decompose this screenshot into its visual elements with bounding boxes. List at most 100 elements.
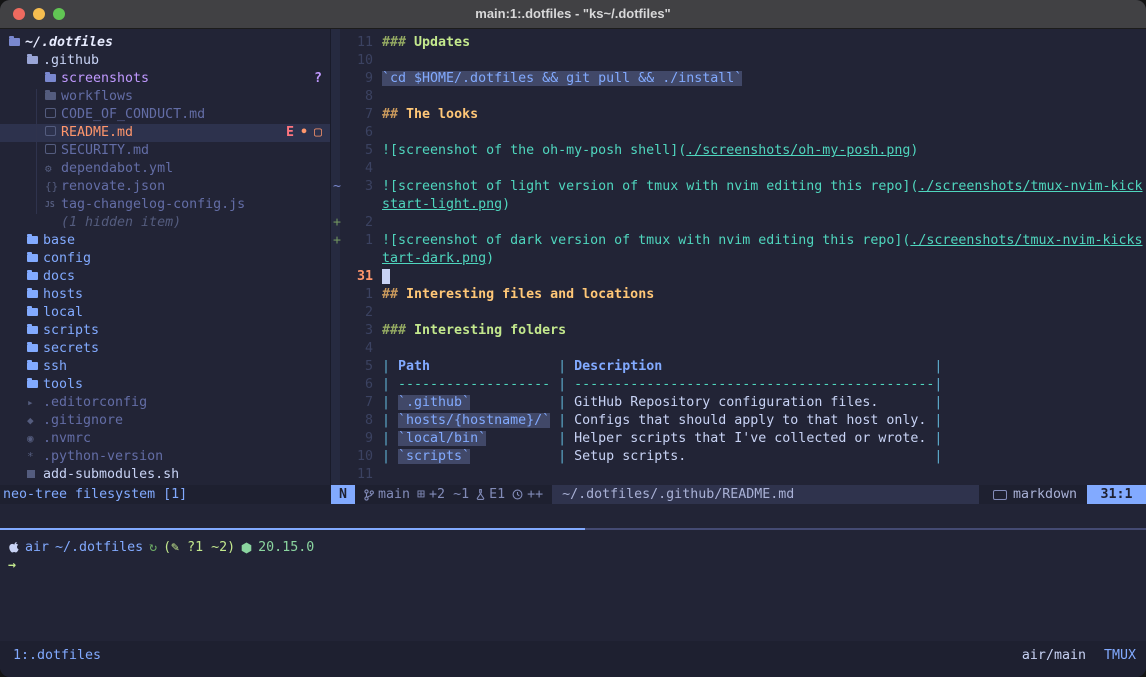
prompt-input-line[interactable]: → bbox=[8, 557, 16, 575]
tree-item-ssh[interactable]: ssh bbox=[0, 358, 330, 376]
gutter-sign: + bbox=[331, 232, 345, 250]
line-text: | Path | Description | bbox=[382, 358, 942, 376]
zoom-button[interactable] bbox=[53, 8, 65, 20]
cursor-block bbox=[382, 269, 390, 284]
gutter-sign bbox=[331, 250, 345, 268]
tree-item-dependabot-yml[interactable]: ⚙ dependabot.yml bbox=[0, 160, 330, 178]
editor-line[interactable]: 1## Interesting files and locations bbox=[331, 286, 1146, 304]
folder-icon bbox=[45, 88, 56, 106]
line-number: 4 bbox=[345, 340, 373, 358]
tree-item-label: ssh bbox=[43, 358, 67, 376]
tree-item--gitignore[interactable]: ◆.gitignore bbox=[0, 412, 330, 430]
editor-line[interactable]: +1![screenshot of dark version of tmux w… bbox=[331, 232, 1146, 250]
line-number: 5 bbox=[345, 358, 373, 376]
folder-icon bbox=[27, 322, 38, 340]
shell-pane[interactable]: air ~/.dotfiles ↻ (✎ ?1 ~2) 20.15.0 → bbox=[0, 530, 1146, 641]
mode-indicator: N bbox=[331, 485, 355, 504]
tree-item-docs[interactable]: docs bbox=[0, 268, 330, 286]
tree-item-screenshots[interactable]: screenshots? bbox=[0, 70, 330, 88]
tree-item-security-md[interactable]: SECURITY.md bbox=[0, 142, 330, 160]
folder-icon bbox=[45, 70, 56, 88]
editor-line[interactable]: 10| `scripts` | Setup scripts. | bbox=[331, 448, 1146, 466]
gutter-sign bbox=[331, 160, 345, 178]
gutter-sign bbox=[331, 88, 345, 106]
tree-item-code-of-conduct-md[interactable]: CODE_OF_CONDUCT.md bbox=[0, 106, 330, 124]
editor-line[interactable]: 4 bbox=[331, 340, 1146, 358]
neo-tree-sidebar[interactable]: ~/.dotfiles.githubscreenshots?workflowsC… bbox=[0, 29, 330, 485]
buffer-icon: ⊞ bbox=[417, 486, 425, 504]
tree-item--1-hidden-item-[interactable]: (1 hidden item) bbox=[0, 214, 330, 232]
editor-line[interactable]: 6| ------------------- | ---------------… bbox=[331, 376, 1146, 394]
line-text: ### Interesting folders bbox=[382, 322, 566, 340]
tree-item-tools[interactable]: tools bbox=[0, 376, 330, 394]
nvim-statusline: neo-tree filesystem [1] N main ⊞ +2 ~1 bbox=[0, 485, 1146, 504]
tree-item-label: hosts bbox=[43, 286, 83, 304]
tree-indent-guide bbox=[36, 89, 37, 214]
folder-icon bbox=[27, 358, 38, 376]
editor-buffer[interactable]: 11### Updates109`cd $HOME/.dotfiles && g… bbox=[331, 29, 1146, 485]
line-number: 10 bbox=[345, 448, 373, 466]
prompt-git-status: (✎ ?1 ~2) bbox=[163, 539, 235, 557]
tmux-window-item[interactable]: 1:.dotfiles bbox=[13, 647, 101, 665]
tree-item-label: local bbox=[43, 304, 83, 322]
editor-line[interactable]: 11### Updates bbox=[331, 34, 1146, 52]
error-count: E1 bbox=[489, 486, 505, 504]
tree-item-secrets[interactable]: secrets bbox=[0, 340, 330, 358]
tree-item-add-submodules-sh[interactable]: add-submodules.sh bbox=[0, 466, 330, 484]
tree-item--editorconfig[interactable]: ▸.editorconfig bbox=[0, 394, 330, 412]
line-number bbox=[345, 196, 373, 214]
editor-line[interactable]: 2 bbox=[331, 304, 1146, 322]
editor-line[interactable]: 8 bbox=[331, 88, 1146, 106]
tree-item--dotfiles[interactable]: ~/.dotfiles bbox=[0, 34, 330, 52]
editor-line[interactable]: 8| `hosts/{hostname}/` | Configs that sh… bbox=[331, 412, 1146, 430]
prompt-path: ~/.dotfiles bbox=[55, 539, 143, 557]
tree-item-renovate-json[interactable]: {}renovate.json bbox=[0, 178, 330, 196]
tree-item--nvmrc[interactable]: ◉.nvmrc bbox=[0, 430, 330, 448]
editor-line[interactable]: 7## The looks bbox=[331, 106, 1146, 124]
editor-line[interactable]: 5![screenshot of the oh-my-posh shell](.… bbox=[331, 142, 1146, 160]
tree-item-local[interactable]: local bbox=[0, 304, 330, 322]
editor-line[interactable]: ~3![screenshot of light version of tmux … bbox=[331, 178, 1146, 196]
tree-item--github[interactable]: .github bbox=[0, 52, 330, 70]
tree-item-readme-md[interactable]: README.mdE•▢ bbox=[0, 124, 330, 142]
editor-line[interactable]: 4 bbox=[331, 160, 1146, 178]
tree-item-label: workflows bbox=[61, 88, 133, 106]
gutter-sign bbox=[331, 142, 345, 160]
line-text: tart-dark.png) bbox=[382, 250, 494, 268]
editor-line[interactable]: tart-dark.png) bbox=[331, 250, 1146, 268]
editor-line[interactable]: 5 | Path | Description | bbox=[331, 358, 1146, 376]
line-text: `cd $HOME/.dotfiles && git pull && ./ins… bbox=[382, 70, 742, 88]
editor-line[interactable]: start-light.png) bbox=[331, 196, 1146, 214]
editor-line[interactable]: 3### Interesting folders bbox=[331, 322, 1146, 340]
tmux-flag: TMUX bbox=[1104, 647, 1136, 665]
line-text: ![screenshot of the oh-my-posh shell](./… bbox=[382, 142, 918, 160]
editor-line[interactable]: 9`cd $HOME/.dotfiles && git pull && ./in… bbox=[331, 70, 1146, 88]
tree-item-workflows[interactable]: workflows bbox=[0, 88, 330, 106]
editor-line[interactable]: 7| `.github` | GitHub Repository configu… bbox=[331, 394, 1146, 412]
editor-line[interactable]: +2 bbox=[331, 214, 1146, 232]
editor-line[interactable]: 6 bbox=[331, 124, 1146, 142]
tree-item--python-version[interactable]: *.python-version bbox=[0, 448, 330, 466]
gutter-sign bbox=[331, 394, 345, 412]
tree-item-scripts[interactable]: scripts bbox=[0, 322, 330, 340]
git-branch-label: main bbox=[378, 486, 410, 504]
editor-line[interactable]: 31 bbox=[331, 268, 1146, 286]
gear-icon: ⚙ bbox=[45, 160, 52, 178]
close-button[interactable] bbox=[13, 8, 25, 20]
editor-line[interactable]: 10 bbox=[331, 52, 1146, 70]
tree-item-base[interactable]: base bbox=[0, 232, 330, 250]
tree-item-hosts[interactable]: hosts bbox=[0, 286, 330, 304]
minimize-button[interactable] bbox=[33, 8, 45, 20]
editor-line[interactable]: 9| `local/bin` | Helper scripts that I'v… bbox=[331, 430, 1146, 448]
tree-item-label: .python-version bbox=[43, 448, 163, 466]
line-number: 8 bbox=[345, 412, 373, 430]
gutter-sign bbox=[331, 376, 345, 394]
tree-item-label: base bbox=[43, 232, 75, 250]
tree-item-label: dependabot.yml bbox=[61, 160, 173, 178]
editor-line[interactable]: 11 bbox=[331, 466, 1146, 484]
gutter-sign bbox=[331, 70, 345, 88]
tree-item-tag-changelog-config-js[interactable]: JStag-changelog-config.js bbox=[0, 196, 330, 214]
gutter-sign bbox=[331, 106, 345, 124]
tree-item-config[interactable]: config bbox=[0, 250, 330, 268]
line-number: 4 bbox=[345, 160, 373, 178]
